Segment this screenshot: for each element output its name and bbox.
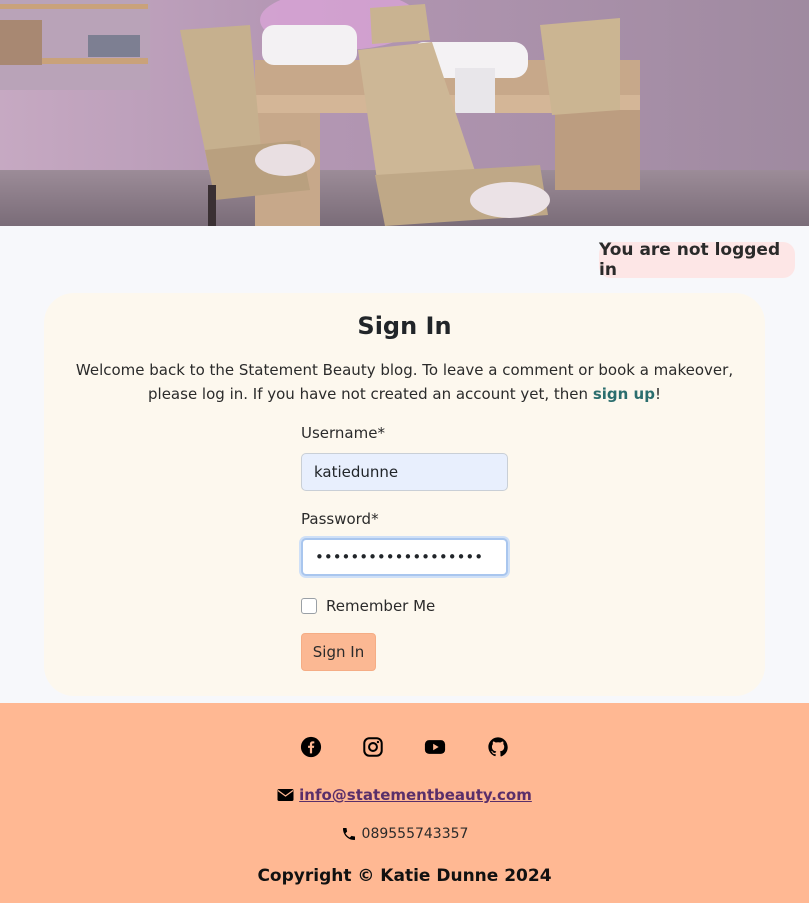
login-status-badge: You are not logged in bbox=[599, 240, 795, 280]
copyright-text: Copyright © Katie Dunne 2024 bbox=[257, 866, 552, 886]
page-title: Sign In bbox=[357, 312, 452, 340]
remember-me-checkbox[interactable] bbox=[301, 598, 317, 614]
github-icon[interactable] bbox=[487, 736, 509, 758]
signin-button[interactable]: Sign In bbox=[301, 633, 376, 671]
password-label: Password* bbox=[301, 510, 379, 528]
signin-card bbox=[44, 293, 765, 696]
phone-number: 089555743357 bbox=[361, 826, 469, 842]
remember-me-row[interactable]: Remember Me bbox=[301, 596, 435, 616]
instagram-icon[interactable] bbox=[362, 736, 384, 758]
phone-line: 089555743357 bbox=[0, 826, 809, 842]
envelope-icon bbox=[277, 789, 294, 801]
login-status-text: You are not logged in bbox=[599, 240, 781, 280]
email-line: info@statementbeauty.com bbox=[0, 786, 809, 804]
username-input[interactable] bbox=[301, 453, 508, 491]
facebook-icon[interactable] bbox=[300, 736, 322, 758]
username-label: Username* bbox=[301, 424, 385, 442]
remember-me-label: Remember Me bbox=[326, 597, 436, 615]
salon-photo bbox=[0, 0, 809, 226]
youtube-icon[interactable] bbox=[424, 736, 446, 758]
signup-link[interactable]: sign up bbox=[593, 385, 655, 403]
phone-icon bbox=[342, 828, 355, 840]
hero-banner-image bbox=[0, 0, 809, 226]
password-input[interactable] bbox=[301, 538, 508, 576]
welcome-end: ! bbox=[654, 385, 661, 403]
email-link[interactable]: info@statementbeauty.com bbox=[299, 786, 532, 804]
welcome-text: Welcome back to the Statement Beauty blo… bbox=[64, 358, 745, 406]
